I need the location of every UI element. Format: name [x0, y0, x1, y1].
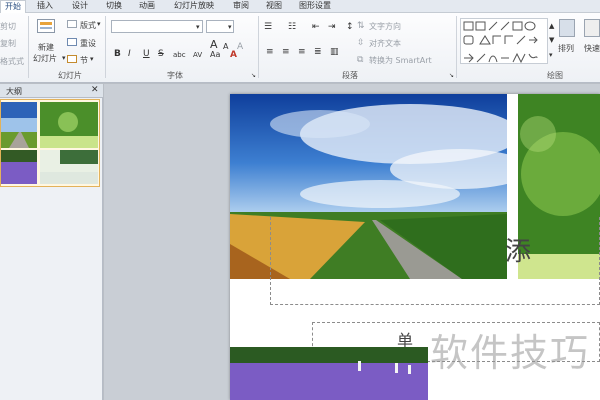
tab-picture-format[interactable]: 图形设置 [295, 0, 335, 13]
align-center-icon[interactable]: ≡ [282, 47, 290, 57]
title-text[interactable]: 添 [505, 231, 531, 268]
bold-button[interactable]: B [114, 49, 121, 59]
section-dropdown-icon[interactable]: ▾ [90, 54, 94, 64]
gallery-scroll-up-icon[interactable]: ▲ [549, 21, 554, 31]
section-button[interactable]: 节 [80, 55, 88, 66]
shapes-gallery-icons [463, 21, 538, 64]
ribbon-tabs: 开始 插入 设计 切换 动画 幻灯片放映 审阅 视图 图形设置 [0, 0, 600, 14]
outline-title: 大纲 [6, 87, 22, 96]
slides-group-label: 幻灯片 [58, 71, 82, 80]
tab-home[interactable]: 开始 [0, 0, 26, 14]
layout-icon [67, 20, 77, 28]
tab-view[interactable]: 视图 [262, 0, 286, 13]
columns-icon[interactable]: ▥ [330, 47, 339, 57]
layout-dropdown-icon[interactable]: ▾ [97, 19, 101, 29]
sky-road-thumb [1, 102, 37, 148]
align-text-button[interactable]: 对齐文本 [369, 38, 401, 49]
grow-font-button[interactable]: A [210, 39, 218, 50]
tab-animations[interactable]: 动画 [135, 0, 159, 13]
watermark-text: 软件技巧 [430, 331, 591, 375]
snowy-thumb [40, 150, 98, 184]
justify-icon[interactable]: ≣ [314, 47, 322, 57]
font-name-select[interactable] [111, 20, 203, 33]
new-slide-dropdown-icon[interactable]: ▾ [62, 53, 66, 63]
lavender-picture[interactable] [230, 347, 428, 400]
green-bokeh-thumb [40, 102, 98, 148]
line-spacing-icon[interactable]: ↕ [346, 22, 354, 32]
new-slide-label-2[interactable]: 幻灯片 [33, 53, 57, 64]
ribbon: 剪切 复制 格式式 新建 幻灯片 ▾ 版式 ▾ 重设 节 ▾ 幻灯片 ▾ ▾ A… [0, 13, 600, 83]
numbering-icon[interactable]: ☷ [288, 22, 296, 32]
decrease-indent-icon[interactable]: ⇤ [312, 22, 320, 32]
separator [258, 16, 259, 78]
tab-insert[interactable]: 插入 [33, 0, 57, 13]
strikethrough-button[interactable]: S [158, 49, 164, 59]
reset-button[interactable]: 重设 [80, 38, 96, 49]
text-direction-button[interactable]: 文字方向 [369, 21, 401, 32]
title-placeholder[interactable]: 添 [270, 217, 600, 305]
shrink-font-button[interactable]: A [223, 42, 228, 52]
convert-smartart-button[interactable]: 转换为 SmartArt [369, 55, 432, 66]
arrange-icon[interactable] [559, 19, 575, 37]
arrange-button[interactable]: 排列 [558, 43, 574, 54]
paragraph-dialog-launcher-icon[interactable]: ↘ [449, 71, 454, 81]
close-icon[interactable]: ✕ [91, 85, 99, 95]
new-slide-icon[interactable] [34, 17, 58, 39]
drawing-group-label: 绘图 [547, 71, 563, 80]
reset-icon [67, 38, 77, 46]
font-dialog-launcher-icon[interactable]: ↘ [251, 71, 256, 81]
font-group-label: 字体 [167, 71, 183, 80]
new-slide-label-1[interactable]: 新建 [38, 42, 54, 53]
quick-styles-button[interactable]: 快速样 [584, 43, 600, 54]
chevron-down-icon[interactable]: ▾ [228, 22, 232, 32]
tab-slideshow[interactable]: 幻灯片放映 [170, 0, 218, 13]
underline-button[interactable]: U [143, 49, 150, 59]
slide-thumbnail[interactable] [0, 99, 100, 187]
separator [456, 16, 457, 78]
section-icon [67, 55, 77, 63]
tab-transitions[interactable]: 切换 [102, 0, 126, 13]
text-direction-icon: ⇅ [357, 21, 365, 31]
char-spacing-button[interactable]: AV [193, 50, 202, 60]
gallery-scroll-down-icon[interactable]: ▼ [549, 35, 554, 45]
outline-header: 大纲 ✕ [0, 84, 103, 98]
separator [28, 16, 29, 78]
tab-review[interactable]: 审阅 [229, 0, 253, 13]
shadow-button[interactable]: abc [173, 50, 186, 60]
chevron-down-icon[interactable]: ▾ [196, 22, 200, 32]
gallery-more-icon[interactable]: ▾ [549, 50, 553, 60]
increase-indent-icon[interactable]: ⇥ [328, 22, 336, 32]
separator [105, 16, 106, 78]
smartart-icon: ⧉ [357, 55, 364, 65]
align-right-icon[interactable]: ≡ [298, 47, 306, 57]
format-painter-button[interactable]: 格式式 [0, 56, 24, 67]
align-text-icon: ⇳ [357, 38, 365, 48]
shapes-gallery[interactable] [460, 18, 548, 64]
align-left-icon[interactable]: ≡ [266, 47, 274, 57]
lavender-thumb [1, 150, 37, 184]
italic-button[interactable]: I [128, 49, 131, 59]
layout-button[interactable]: 版式 [80, 20, 96, 31]
tab-design[interactable]: 设计 [68, 0, 92, 13]
paragraph-group-label: 段落 [342, 71, 358, 80]
quick-styles-icon[interactable] [584, 19, 600, 37]
change-case-button[interactable]: Aa [210, 50, 220, 60]
font-color-button[interactable]: A [230, 50, 237, 60]
outline-panel: 大纲 ✕ 1 [0, 84, 103, 400]
cut-button[interactable]: 剪切 [0, 21, 16, 32]
bullets-icon[interactable]: ☰ [264, 22, 272, 32]
copy-button[interactable]: 复制 [0, 38, 16, 49]
clear-format-button[interactable]: A [237, 42, 243, 52]
